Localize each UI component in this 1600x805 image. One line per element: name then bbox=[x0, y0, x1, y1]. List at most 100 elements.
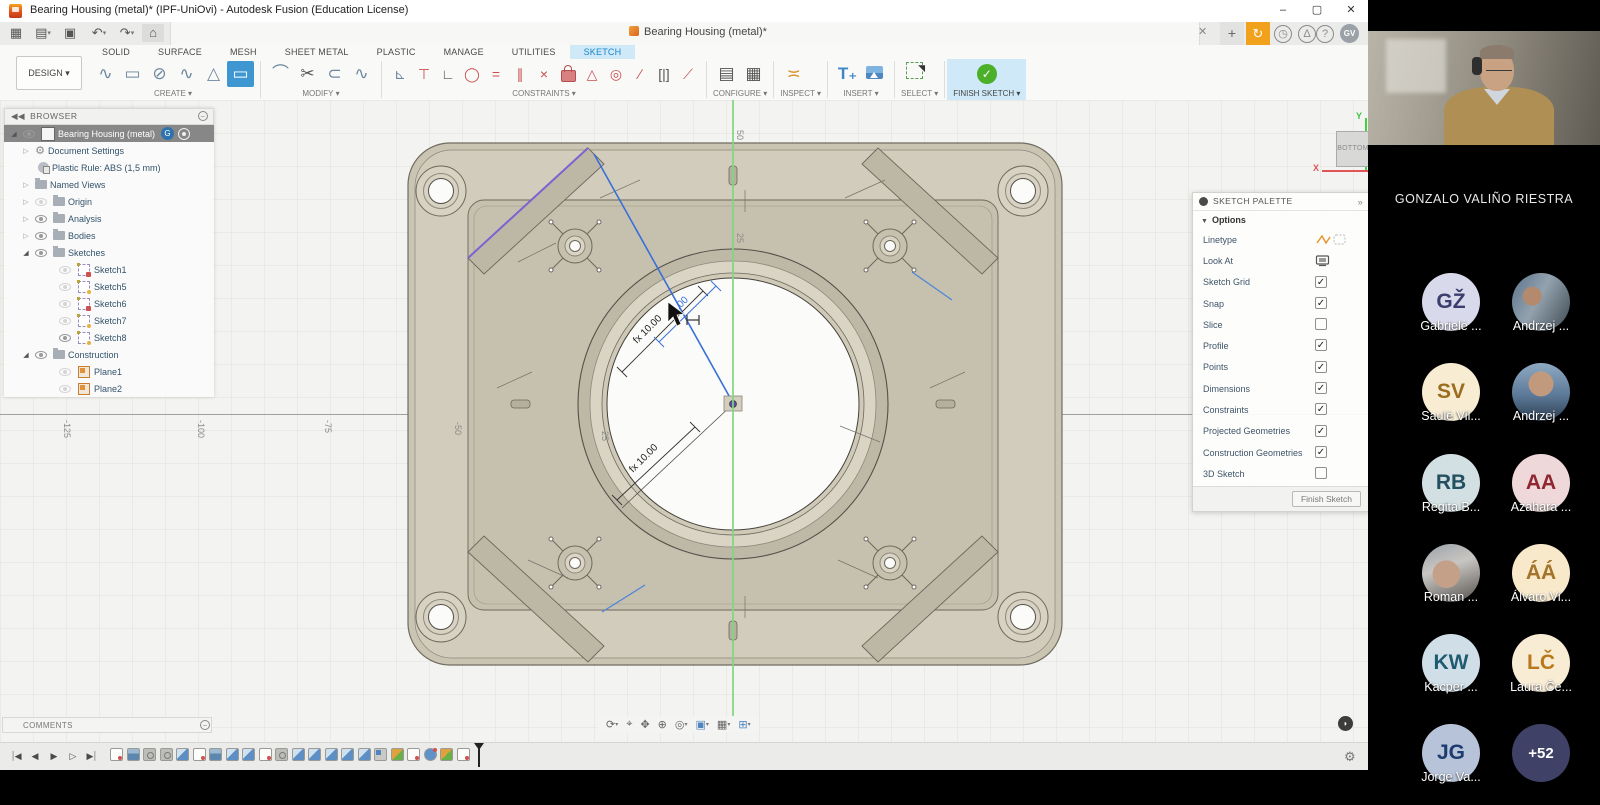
snap-checkbox[interactable]: ✓ bbox=[1315, 297, 1327, 309]
timeline-feature-sketch[interactable] bbox=[259, 748, 272, 761]
participant-tile[interactable]: SV Saulė Vil... bbox=[1406, 363, 1496, 423]
close-button[interactable]: ✕ bbox=[1334, 0, 1368, 21]
browser-minimize-icon[interactable]: − bbox=[198, 111, 208, 121]
collapse-arrows-icon[interactable]: ◀◀ bbox=[11, 111, 25, 121]
select-tool-icon[interactable]: ◥ bbox=[901, 61, 928, 87]
timeline-feature-form[interactable] bbox=[424, 748, 437, 761]
timeline-feature-appearance[interactable] bbox=[440, 748, 453, 761]
fix-lock-icon[interactable] bbox=[556, 61, 580, 87]
dimensions-checkbox[interactable]: ✓ bbox=[1315, 382, 1327, 394]
collaborate-bubble-icon[interactable]: ◗ bbox=[1338, 716, 1353, 731]
participant-tile[interactable]: JG Jorge Va... bbox=[1406, 724, 1496, 784]
home-view-icon[interactable]: ⌂ bbox=[142, 24, 164, 42]
expand-arrow-icon[interactable]: ◢ bbox=[8, 130, 20, 138]
timeline-feature-hole[interactable] bbox=[275, 748, 288, 761]
constraints-group-label[interactable]: CONSTRAINTS ▾ bbox=[388, 89, 700, 100]
browser-item-construction[interactable]: ◢Construction bbox=[4, 346, 214, 363]
select-group-label[interactable]: SELECT ▾ bbox=[901, 89, 938, 100]
browser-item-plane1[interactable]: Plane1 bbox=[4, 363, 214, 380]
collapse-right-icon[interactable]: » bbox=[1358, 194, 1363, 211]
participant-tile[interactable]: GŽ Gabrielė ... bbox=[1406, 273, 1496, 333]
visibility-eye-icon[interactable] bbox=[59, 317, 71, 325]
workspace-selector[interactable]: DESIGN ▾ bbox=[16, 56, 82, 90]
visibility-eye-icon[interactable] bbox=[59, 368, 71, 376]
tangent-constraint-icon[interactable]: ◯ bbox=[460, 61, 484, 87]
timeline-feature-fillet[interactable] bbox=[292, 748, 305, 761]
document-tab[interactable]: Bearing Housing (metal)* bbox=[170, 22, 1200, 45]
browser-header[interactable]: ◀◀BROWSER− bbox=[4, 108, 214, 125]
browser-item-named-views[interactable]: ▷Named Views bbox=[4, 176, 214, 193]
orbit-icon[interactable]: ⟳▾ bbox=[602, 718, 622, 731]
browser-item-root[interactable]: ◢ Bearing Housing (metal) G bbox=[4, 125, 214, 142]
timeline-feature-fillet[interactable] bbox=[358, 748, 371, 761]
participant-tile[interactable]: RB Regita B... bbox=[1406, 454, 1496, 514]
timeline-gear-icon[interactable]: ⚙ bbox=[1344, 749, 1356, 765]
expand-arrow-icon[interactable]: ▷ bbox=[20, 181, 32, 189]
polygon-constraint-icon[interactable]: △ bbox=[580, 61, 604, 87]
tab-sheet-metal[interactable]: SHEET METAL bbox=[271, 45, 363, 59]
expand-arrow-icon[interactable]: ▷ bbox=[20, 215, 32, 223]
tab-surface[interactable]: SURFACE bbox=[144, 45, 216, 59]
browser-item-plastic-rule[interactable]: Plastic Rule: ABS (1,5 mm) bbox=[4, 159, 214, 176]
maximize-button[interactable]: ▢ bbox=[1300, 0, 1334, 21]
participant-tile[interactable]: ÁÁ Álvaro Vi... bbox=[1496, 544, 1586, 604]
construction-geometries-checkbox[interactable]: ✓ bbox=[1315, 446, 1327, 458]
browser-item-sketch8[interactable]: Sketch8 bbox=[4, 329, 214, 346]
visibility-eye-icon[interactable] bbox=[35, 198, 47, 206]
browser-item-document-settings[interactable]: ▷⚙Document Settings bbox=[4, 142, 214, 159]
sketch-dimension-icon[interactable]: ⊾ bbox=[388, 61, 412, 87]
view-cube[interactable]: BOTTOM bbox=[1336, 131, 1370, 167]
points-checkbox[interactable]: ✓ bbox=[1315, 361, 1327, 373]
visibility-eye-icon[interactable] bbox=[59, 283, 71, 291]
app-grid-icon[interactable]: ▦ bbox=[6, 24, 26, 42]
profile-checkbox[interactable]: ✓ bbox=[1315, 339, 1327, 351]
comments-minimize-icon[interactable]: − bbox=[200, 720, 210, 730]
spline-tool-icon[interactable]: ∿ bbox=[92, 61, 119, 87]
baseline-dimension-icon[interactable]: ⊤ bbox=[412, 61, 436, 87]
browser-item-origin[interactable]: ▷Origin bbox=[4, 193, 214, 210]
browser-item-sketch6[interactable]: Sketch6 bbox=[4, 295, 214, 312]
grid-snaps-icon[interactable]: ▦▾ bbox=[713, 718, 734, 731]
fillet-tool-icon[interactable]: ⌒ bbox=[267, 61, 294, 87]
job-status-icon[interactable]: ↻ bbox=[1246, 22, 1270, 45]
timeline-feature-sketch[interactable] bbox=[110, 748, 123, 761]
timeline-feature-sketch[interactable] bbox=[457, 748, 470, 761]
projected-geometries-checkbox[interactable]: ✓ bbox=[1315, 425, 1327, 437]
zoom-icon[interactable]: ⊕ bbox=[654, 718, 671, 731]
participant-tile[interactable]: Andrzej ... bbox=[1496, 273, 1586, 333]
clock-icon[interactable]: ◷ bbox=[1274, 25, 1292, 43]
visibility-eye-icon[interactable] bbox=[59, 334, 71, 342]
save-icon[interactable]: ▣ bbox=[60, 24, 80, 42]
visibility-eye-icon[interactable] bbox=[59, 385, 71, 393]
timeline-feature-fillet[interactable] bbox=[341, 748, 354, 761]
modify-group-label[interactable]: MODIFY ▾ bbox=[267, 89, 375, 100]
browser-item-plane2[interactable]: Plane2 bbox=[4, 380, 214, 397]
timeline-feature-hole[interactable] bbox=[160, 748, 173, 761]
fit-icon[interactable]: ◎▾ bbox=[671, 718, 692, 731]
browser-item-sketches[interactable]: ◢Sketches bbox=[4, 244, 214, 261]
timeline-feature-combine[interactable] bbox=[374, 748, 387, 761]
visibility-eye-icon[interactable] bbox=[59, 266, 71, 274]
timeline-feature-fillet[interactable] bbox=[308, 748, 321, 761]
sketch-grid-checkbox[interactable]: ✓ bbox=[1315, 276, 1327, 288]
look-at-icon[interactable] bbox=[1315, 254, 1330, 269]
comments-bar[interactable]: COMMENTS bbox=[2, 717, 212, 733]
insert-image-icon[interactable] bbox=[861, 61, 888, 87]
visibility-eye-icon[interactable] bbox=[35, 351, 47, 359]
help-icon[interactable]: ? bbox=[1316, 25, 1334, 43]
expand-arrow-icon[interactable]: ▷ bbox=[20, 147, 32, 155]
constraints-checkbox[interactable]: ✓ bbox=[1315, 403, 1327, 415]
pan-icon[interactable]: ✥ bbox=[636, 718, 653, 731]
account-avatar[interactable]: GV bbox=[1340, 24, 1359, 43]
participant-tile[interactable]: Roman ... bbox=[1406, 544, 1496, 604]
perpendicular-constraint-icon[interactable]: × bbox=[532, 61, 556, 87]
rectangle-tool-icon[interactable]: ▭ bbox=[119, 61, 146, 87]
visibility-eye-icon[interactable] bbox=[35, 249, 47, 257]
insert-group-label[interactable]: INSERT ▾ bbox=[834, 89, 888, 100]
tab-plastic[interactable]: PLASTIC bbox=[363, 45, 430, 59]
slice-checkbox[interactable] bbox=[1315, 318, 1327, 330]
browser-item-sketch1[interactable]: Sketch1 bbox=[4, 261, 214, 278]
browser-item-sketch5[interactable]: Sketch5 bbox=[4, 278, 214, 295]
participant-tile-overflow[interactable]: +52 bbox=[1496, 724, 1586, 782]
document-tab-close-icon[interactable]: ✕ bbox=[1198, 25, 1207, 38]
